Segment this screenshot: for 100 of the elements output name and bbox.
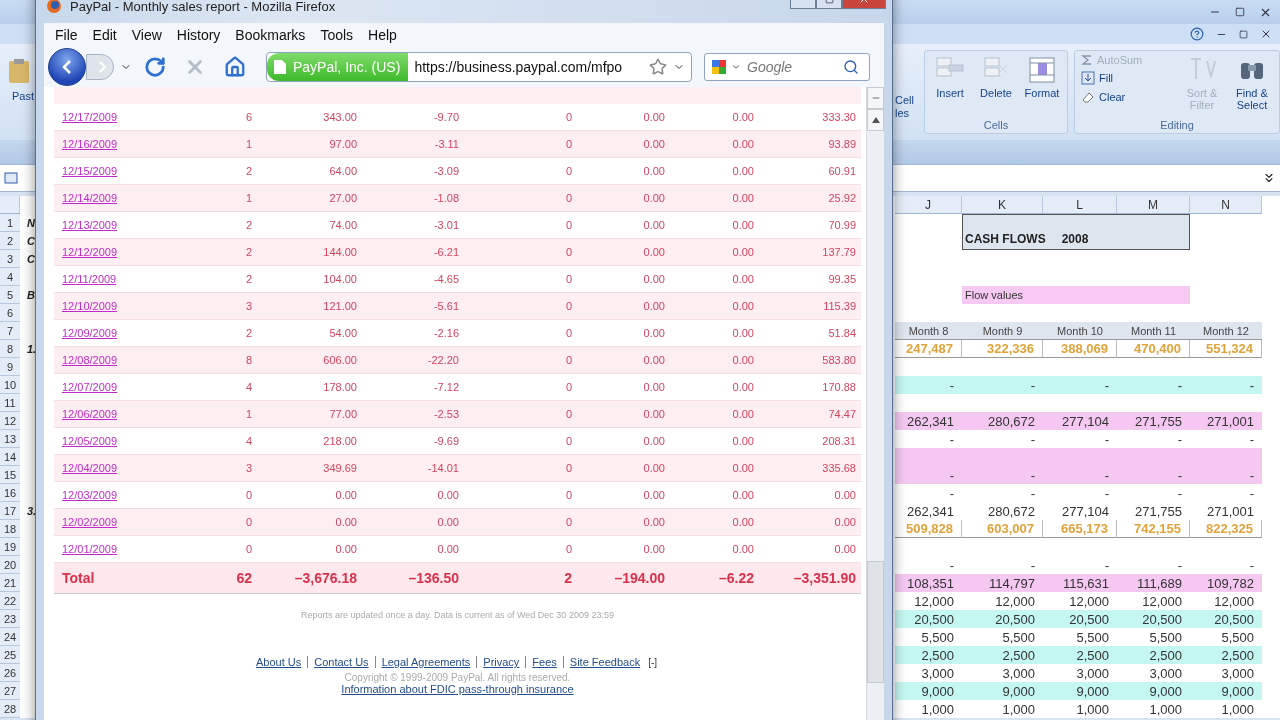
column-header[interactable]: K [962, 196, 1043, 214]
row-number: 13 [0, 430, 20, 448]
table-cell: 0 [565, 246, 572, 258]
table-cell: 0.00 [643, 516, 665, 528]
menu-item[interactable]: History [169, 25, 228, 45]
help-icon[interactable] [1190, 27, 1204, 41]
dropdown-icon[interactable] [731, 62, 741, 72]
scroll-thumb[interactable] [867, 561, 884, 683]
date-link[interactable]: 12/16/2009 [54, 138, 118, 150]
menu-item[interactable]: Help [361, 25, 404, 45]
footer-link[interactable]: Site Feedback [569, 656, 641, 668]
table-cell: 0 [565, 462, 572, 474]
footer-link[interactable]: Privacy [483, 656, 520, 668]
ribbon-button[interactable]: Fill [1079, 70, 1175, 86]
footer-link[interactable]: About Us [255, 656, 302, 668]
table-cell: 178.00 [323, 381, 357, 393]
home-icon [224, 56, 246, 78]
table-cell: 0.00 [643, 408, 665, 420]
sheet-cell: 388,069 [1043, 340, 1117, 358]
sheet-cell: 2,500 [895, 646, 962, 664]
date-link[interactable]: 12/08/2009 [54, 354, 118, 366]
menu-item[interactable]: Tools [313, 25, 361, 45]
ribbon-label[interactable]: les [895, 107, 918, 120]
menu-item[interactable]: Edit [85, 25, 124, 45]
footer-link[interactable]: Contact Us [314, 656, 369, 668]
paste-label[interactable]: Past [8, 88, 38, 104]
ribbon-button[interactable]: Format [1021, 53, 1063, 117]
table-cell: 0 [565, 516, 572, 528]
date-link[interactable]: 12/15/2009 [54, 165, 118, 177]
table-cell: 349.69 [323, 462, 357, 474]
date-link[interactable]: 12/09/2009 [54, 327, 118, 339]
bookmark-star-icon[interactable] [649, 58, 667, 76]
column-header[interactable]: J [895, 196, 962, 214]
fdic-link[interactable]: Information about FDIC pass-through insurance [341, 683, 574, 695]
sheet-icon[interactable] [4, 172, 18, 184]
date-link[interactable]: 12/06/2009 [54, 408, 118, 420]
column-header[interactable]: N [1190, 196, 1262, 214]
table-cell: 3 [245, 300, 252, 312]
address-field[interactable]: PayPal, Inc. (US) https://business.paypal.com/mfpo [266, 52, 692, 82]
ribbon-button[interactable]: Insert [929, 53, 971, 117]
maximize-icon[interactable] [1235, 7, 1245, 17]
date-link[interactable]: 12/07/2009 [54, 381, 118, 393]
collapse-toggle[interactable]: [-] [646, 656, 660, 668]
select-all-button[interactable] [0, 196, 20, 214]
table-cell: 54.00 [329, 327, 357, 339]
search-input[interactable]: Google [745, 58, 839, 76]
column-header[interactable]: L [1043, 196, 1117, 214]
table-cell: 0 [565, 165, 572, 177]
restore-icon[interactable] [1239, 29, 1248, 39]
menu-item[interactable]: Bookmarks [228, 25, 313, 45]
total-cell: –6.22 [718, 570, 754, 586]
table-cell: -9.70 [433, 111, 459, 123]
date-link[interactable]: 12/01/2009 [54, 543, 118, 555]
sheet-cell: 115,631 [1043, 574, 1117, 592]
table-cell: -4.65 [433, 273, 459, 285]
table-cell: 0.00 [643, 354, 665, 366]
menu-item[interactable]: View [124, 25, 169, 45]
search-bar[interactable]: Google [704, 53, 870, 81]
date-link[interactable]: 12/03/2009 [54, 489, 118, 501]
row-number: 22 [0, 592, 20, 610]
row-number: 21 [0, 574, 20, 592]
menu-item[interactable]: File [48, 25, 85, 45]
expand-icon[interactable] [1262, 171, 1276, 185]
scroll-up-button[interactable] [867, 109, 884, 131]
date-link[interactable]: 12/13/2009 [54, 219, 118, 231]
scrollbar[interactable] [866, 87, 884, 720]
column-header[interactable]: M [1117, 196, 1190, 214]
footer-link[interactable]: Legal Agreements [381, 656, 471, 668]
table-cell: -9.69 [433, 435, 459, 447]
ribbon-button[interactable]: Clear [1079, 89, 1175, 105]
date-link[interactable]: 12/02/2009 [54, 516, 118, 528]
table-cell: 0 [565, 273, 572, 285]
row-number: 11 [0, 394, 20, 412]
date-link[interactable]: 12/17/2009 [54, 111, 118, 123]
table-cell: 0.00 [335, 543, 357, 555]
table-cell: 0.00 [643, 327, 665, 339]
table-cell: 2 [245, 165, 252, 177]
ribbon-button[interactable]: Delete [975, 53, 1017, 117]
date-link[interactable]: 12/11/2009 [54, 273, 117, 285]
date-link[interactable]: 12/10/2009 [54, 300, 118, 312]
search-engine-icon[interactable] [711, 59, 727, 75]
sheet-cell: 742,155 [1117, 520, 1190, 538]
table-cell: 0.00 [643, 165, 665, 177]
search-icon[interactable] [843, 59, 859, 75]
table-cell: 0.00 [732, 273, 754, 285]
date-link[interactable]: 12/05/2009 [54, 435, 118, 447]
sheet-cell: 665,173 [1043, 520, 1117, 538]
footer-link[interactable]: Fees [532, 656, 557, 668]
date-link[interactable]: 12/04/2009 [54, 462, 118, 474]
table-cell: 0 [565, 300, 572, 312]
ribbon-button[interactable]: Find & Select [1229, 53, 1275, 117]
ribbon-label[interactable]: Cell [895, 94, 918, 107]
table-cell: -22.20 [427, 354, 459, 366]
date-link[interactable]: 12/14/2009 [54, 192, 118, 204]
date-link[interactable]: 12/12/2009 [54, 246, 118, 258]
table-cell: 77.00 [329, 408, 357, 420]
sheet-cell: 271,001 [1190, 412, 1262, 430]
clipboard-icon[interactable] [8, 58, 30, 84]
close-icon[interactable] [1260, 28, 1272, 40]
back-button[interactable] [48, 48, 86, 86]
